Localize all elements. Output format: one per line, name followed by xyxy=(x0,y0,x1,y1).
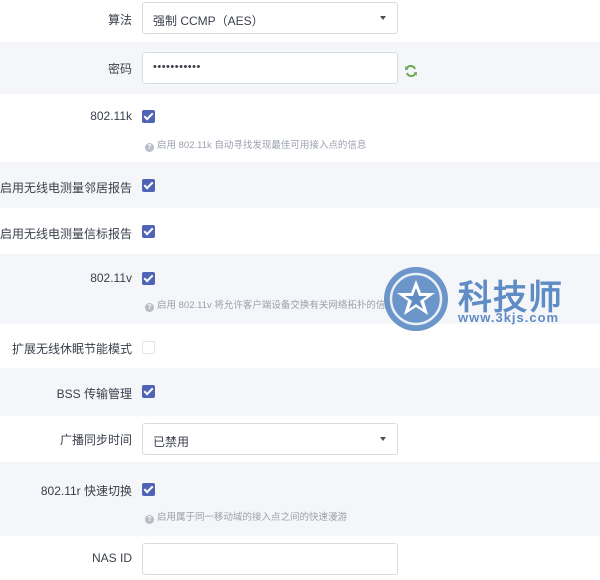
nas-id-label: NAS ID xyxy=(91,551,132,565)
dot11k-checkbox[interactable] xyxy=(142,110,155,123)
dot11r-checkbox[interactable] xyxy=(142,483,155,496)
nas-id-input[interactable] xyxy=(142,543,398,575)
dot11v-help: ? 启用 802.11v 将允许客户端设备交换有关网络拓扑的信息 xyxy=(145,297,395,312)
row-time-advertisement: 广播同步时间 已禁用 xyxy=(0,416,600,462)
time-advertisement-select[interactable]: 已禁用 xyxy=(142,423,398,455)
chevron-down-icon xyxy=(380,437,386,441)
time-advertisement-value: 已禁用 xyxy=(153,435,190,449)
password-input[interactable]: ••••••••••• xyxy=(142,52,398,84)
dot11r-help: ? 启用属于同一移动域的接入点之间的快速漫游 xyxy=(145,509,347,524)
algorithm-value: 强制 CCMP（AES） xyxy=(153,14,264,28)
chevron-down-icon xyxy=(380,16,386,20)
beacon-report-label: 启用无线电测量信标报告 xyxy=(0,227,132,241)
time-advertisement-label: 广播同步时间 xyxy=(59,433,132,447)
neighbor-report-label: 启用无线电测量邻居报告 xyxy=(0,181,132,195)
dot11v-checkbox[interactable] xyxy=(142,272,155,285)
row-neighbor-report: 启用无线电测量邻居报告 xyxy=(0,162,600,208)
row-algorithm: 算法 强制 CCMP（AES） xyxy=(0,0,600,42)
algorithm-label: 算法 xyxy=(107,13,132,27)
watermark-url: www.3kjs.com xyxy=(458,310,560,325)
row-802-11k: 802.11k ? 启用 802.11k 自动寻找发现最佳可用接入点的信息 xyxy=(0,94,600,162)
row-beacon-report: 启用无线电测量信标报告 xyxy=(0,208,600,254)
refresh-icon[interactable] xyxy=(404,64,418,78)
neighbor-report-checkbox[interactable] xyxy=(142,179,155,192)
dot11r-label: 802.11r 快速切换 xyxy=(40,484,132,498)
dot11k-help: ? 启用 802.11k 自动寻找发现最佳可用接入点的信息 xyxy=(145,137,366,152)
dot11k-help-text: 启用 802.11k 自动寻找发现最佳可用接入点的信息 xyxy=(157,140,367,151)
question-icon: ? xyxy=(145,303,154,312)
row-nas-id: NAS ID xyxy=(0,536,600,580)
wnm-sleep-checkbox[interactable] xyxy=(142,341,155,354)
algorithm-select[interactable]: 强制 CCMP（AES） xyxy=(142,2,398,34)
question-icon: ? xyxy=(145,143,154,152)
row-wnm-sleep: 扩展无线休眠节能模式 xyxy=(0,324,600,368)
dot11v-help-text: 启用 802.11v 将允许客户端设备交换有关网络拓扑的信息 xyxy=(157,300,395,311)
password-label: 密码 xyxy=(107,62,132,76)
password-value: ••••••••••• xyxy=(153,61,201,73)
bss-transition-checkbox[interactable] xyxy=(142,385,155,398)
bss-transition-label: BSS 传输管理 xyxy=(56,387,132,401)
row-802-11r: 802.11r 快速切换 ? 启用属于同一移动域的接入点之间的快速漫游 xyxy=(0,462,600,536)
row-password: 密码 ••••••••••• xyxy=(0,42,600,94)
question-icon: ? xyxy=(145,515,154,524)
dot11r-help-text: 启用属于同一移动域的接入点之间的快速漫游 xyxy=(157,512,348,523)
watermark-logo-icon xyxy=(384,267,448,331)
dot11v-label: 802.11v xyxy=(90,271,132,285)
dot11k-label: 802.11k xyxy=(90,109,132,123)
row-bss-transition: BSS 传输管理 xyxy=(0,368,600,416)
wnm-sleep-label: 扩展无线休眠节能模式 xyxy=(11,342,132,356)
beacon-report-checkbox[interactable] xyxy=(142,225,155,238)
